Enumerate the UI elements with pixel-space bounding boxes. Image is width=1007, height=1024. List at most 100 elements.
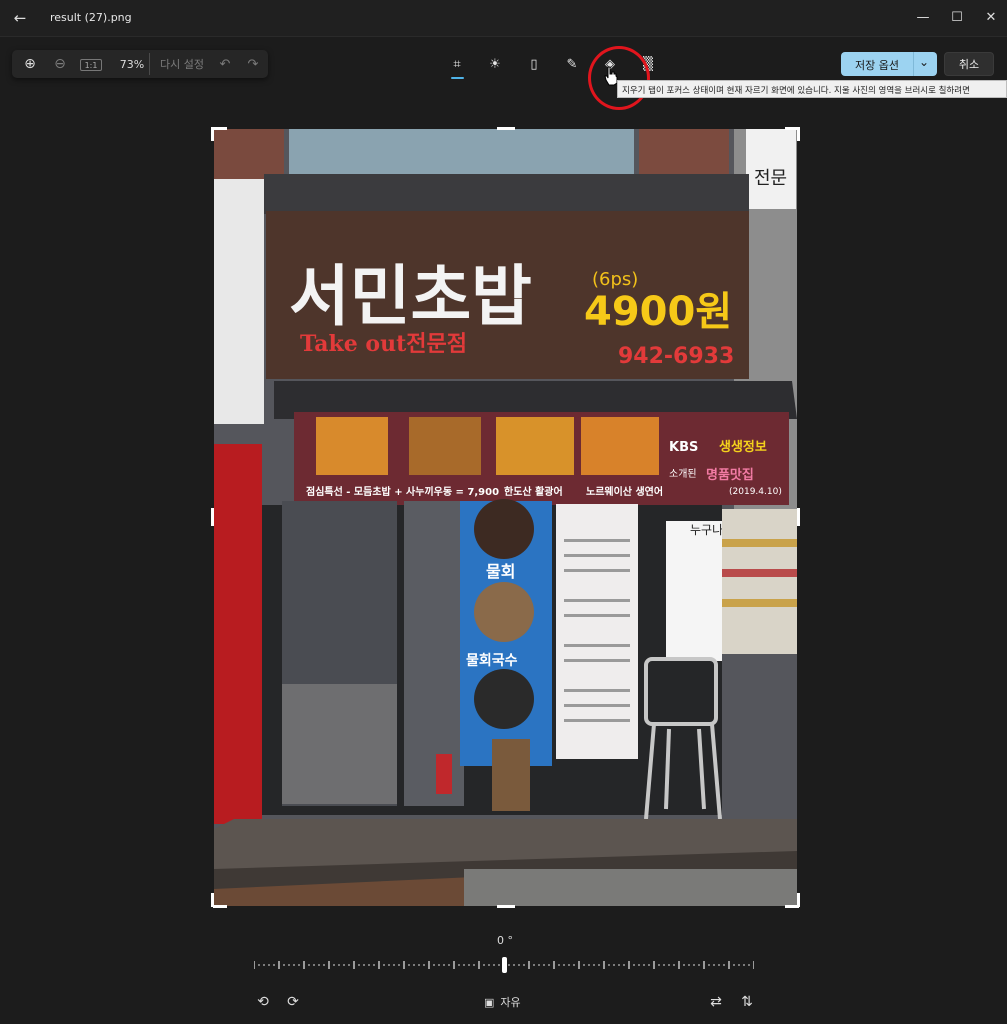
ruler-tick bbox=[473, 964, 475, 966]
undo-icon[interactable]: ↶ bbox=[216, 56, 234, 72]
ruler-tick bbox=[498, 964, 500, 966]
ruler-tick bbox=[343, 964, 345, 966]
straighten-slider-thumb[interactable] bbox=[502, 957, 507, 973]
minimize-button[interactable]: — bbox=[910, 6, 936, 28]
ruler-tick bbox=[298, 964, 300, 966]
ruler-tick bbox=[703, 961, 705, 969]
ruler-tick bbox=[348, 964, 350, 966]
crop-handle-top-right[interactable] bbox=[797, 127, 800, 141]
ruler-tick bbox=[293, 964, 295, 966]
ruler-tick bbox=[638, 964, 640, 966]
split-divider bbox=[913, 52, 914, 76]
ruler-tick bbox=[583, 964, 585, 966]
zoom-in-icon[interactable]: ⊕ bbox=[20, 56, 40, 72]
ruler-tick bbox=[633, 964, 635, 966]
ruler-tick bbox=[378, 961, 380, 969]
rotate-left-icon[interactable]: ⟲ bbox=[253, 992, 273, 1012]
ruler-tick bbox=[493, 964, 495, 966]
ruler-tick bbox=[613, 964, 615, 966]
ruler-tick bbox=[673, 964, 675, 966]
ruler-tick bbox=[558, 964, 560, 966]
ruler-tick bbox=[388, 964, 390, 966]
window-title: result (27).png bbox=[50, 11, 132, 24]
ruler-tick bbox=[753, 961, 754, 969]
ruler-tick bbox=[618, 964, 620, 966]
aspect-ratio-button[interactable]: ▣ 자유 bbox=[484, 992, 521, 1012]
back-arrow-icon[interactable]: ← bbox=[10, 8, 30, 28]
markup-tab-icon[interactable]: ▯ bbox=[523, 53, 545, 75]
cancel-button[interactable]: 취소 bbox=[944, 52, 994, 76]
ruler-tick bbox=[413, 964, 415, 966]
crop-tab-icon[interactable]: ⌗ bbox=[446, 53, 468, 75]
crop-handle-bottom[interactable] bbox=[497, 905, 515, 908]
flip-horizontal-icon[interactable]: ⇄ bbox=[706, 992, 726, 1012]
zoom-toolbar: ⊕ ⊖ 1:1 73% 다시 설정 ↶ ↷ bbox=[12, 50, 268, 78]
ruler-tick bbox=[358, 964, 360, 966]
zoom-level: 73% bbox=[119, 57, 145, 71]
crop-handle-right[interactable] bbox=[797, 508, 800, 526]
ruler-tick bbox=[383, 964, 385, 966]
toolbar-divider bbox=[149, 53, 150, 75]
ruler-tick bbox=[273, 964, 275, 966]
rotate-right-icon[interactable]: ⟳ bbox=[283, 992, 303, 1012]
banner-tv-text: KBS bbox=[669, 440, 698, 455]
banner-date-text: (2019.4.10) bbox=[729, 487, 782, 497]
ruler-tick bbox=[598, 964, 600, 966]
crop-handle-top-left[interactable] bbox=[211, 127, 214, 141]
sign-main-text: 서민초밥 bbox=[289, 258, 532, 335]
crop-handle-bottom-left[interactable] bbox=[213, 905, 227, 908]
ruler-tick bbox=[353, 961, 355, 969]
ruler-tick bbox=[363, 964, 365, 966]
title-bar bbox=[0, 0, 1007, 37]
ruler-tick bbox=[468, 964, 470, 966]
close-button[interactable]: ✕ bbox=[978, 6, 1004, 28]
ruler-tick bbox=[508, 964, 510, 966]
banner-lunch-text: 점심특선 - 모듬초밥 + 사누끼우동 = 7,900 bbox=[306, 485, 499, 498]
maximize-button[interactable]: ☐ bbox=[944, 6, 970, 28]
banner-intro-text: 소개된 bbox=[669, 468, 697, 480]
zoom-out-icon[interactable]: ⊖ bbox=[50, 56, 70, 72]
crop-handle-left[interactable] bbox=[211, 508, 214, 526]
ruler-tick bbox=[628, 961, 630, 969]
ruler-tick bbox=[678, 961, 680, 969]
ruler-tick bbox=[553, 961, 555, 969]
crop-handle-top-left[interactable] bbox=[213, 127, 227, 130]
ruler-tick bbox=[448, 964, 450, 966]
ruler-tick bbox=[748, 964, 750, 966]
actual-size-icon[interactable]: 1:1 bbox=[80, 59, 102, 71]
poster-item1-text: 물회 bbox=[486, 562, 515, 581]
ruler-tick bbox=[718, 964, 720, 966]
crop-handle-bottom-right[interactable] bbox=[797, 893, 800, 907]
hand-cursor-icon bbox=[604, 66, 618, 86]
ruler-tick bbox=[588, 964, 590, 966]
active-tab-indicator bbox=[451, 77, 464, 79]
ruler-tick bbox=[288, 964, 290, 966]
redo-icon[interactable]: ↷ bbox=[244, 56, 262, 72]
ruler-tick bbox=[663, 964, 665, 966]
ruler-tick bbox=[418, 964, 420, 966]
ruler-tick bbox=[308, 964, 310, 966]
save-options-button[interactable]: 저장 옵션 ⌄ bbox=[841, 52, 937, 76]
ruler-tick bbox=[483, 964, 485, 966]
banner-show-text: 생생정보 bbox=[719, 439, 767, 455]
ruler-tick bbox=[658, 964, 660, 966]
adjust-tab-icon[interactable]: ☀ bbox=[484, 53, 506, 75]
straighten-slider[interactable] bbox=[254, 955, 754, 975]
save-options-label: 저장 옵션 bbox=[855, 59, 899, 72]
crop-handle-top[interactable] bbox=[497, 127, 515, 130]
crop-handle-bottom-left[interactable] bbox=[211, 893, 214, 907]
ruler-tick bbox=[533, 964, 535, 966]
ruler-tick bbox=[523, 964, 525, 966]
ruler-tick bbox=[323, 964, 325, 966]
ruler-tick bbox=[683, 964, 685, 966]
ruler-tick bbox=[568, 964, 570, 966]
flip-vertical-icon[interactable]: ⇅ bbox=[737, 992, 757, 1012]
reset-button[interactable]: 다시 설정 bbox=[158, 56, 206, 72]
draw-tab-icon[interactable]: ✎ bbox=[561, 53, 583, 75]
photo-canvas[interactable]: 전문 서민초밥 (6ps) 4900원 Take out전문점 942-6933… bbox=[214, 129, 797, 906]
ruler-tick bbox=[743, 964, 745, 966]
ruler-tick bbox=[408, 964, 410, 966]
chevron-down-icon[interactable]: ⌄ bbox=[919, 55, 929, 69]
ruler-tick bbox=[603, 961, 605, 969]
ruler-tick bbox=[443, 964, 445, 966]
